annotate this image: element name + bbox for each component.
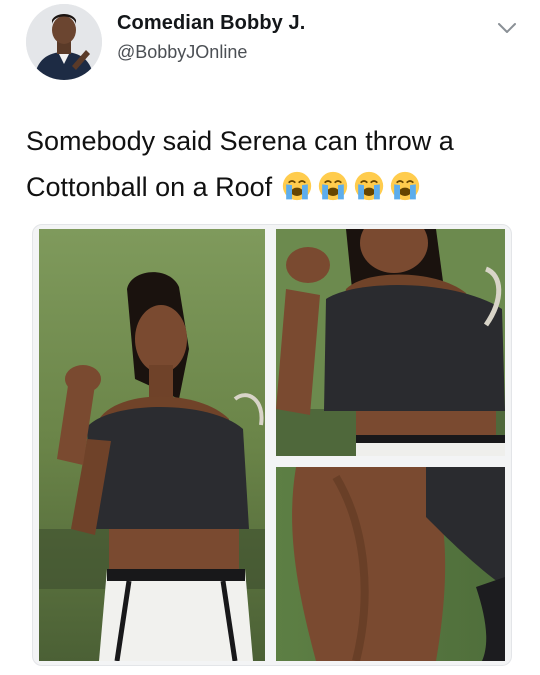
- loudly-crying-face-icon: [355, 171, 384, 201]
- loudly-crying-face-icon: [283, 171, 312, 201]
- photo-calf-closeup[interactable]: [276, 467, 505, 661]
- loudly-crying-face-icon: [319, 171, 348, 201]
- media-grid[interactable]: [32, 224, 512, 666]
- emoji-row: [276, 164, 420, 210]
- handle[interactable]: @BobbyJOnline: [117, 42, 247, 63]
- display-name[interactable]: Comedian Bobby J.: [117, 12, 305, 35]
- avatar[interactable]: [26, 4, 102, 80]
- chevron-down-icon[interactable]: [496, 20, 518, 36]
- tweet-text: Somebody said Serena can throw a Cottonb…: [26, 118, 522, 210]
- photo-flexed-arm[interactable]: [276, 229, 505, 456]
- loudly-crying-face-icon: [391, 171, 420, 201]
- photo-full-pose[interactable]: [39, 229, 265, 661]
- tweet-card: Comedian Bobby J. @BobbyJOnline Somebody…: [0, 0, 540, 675]
